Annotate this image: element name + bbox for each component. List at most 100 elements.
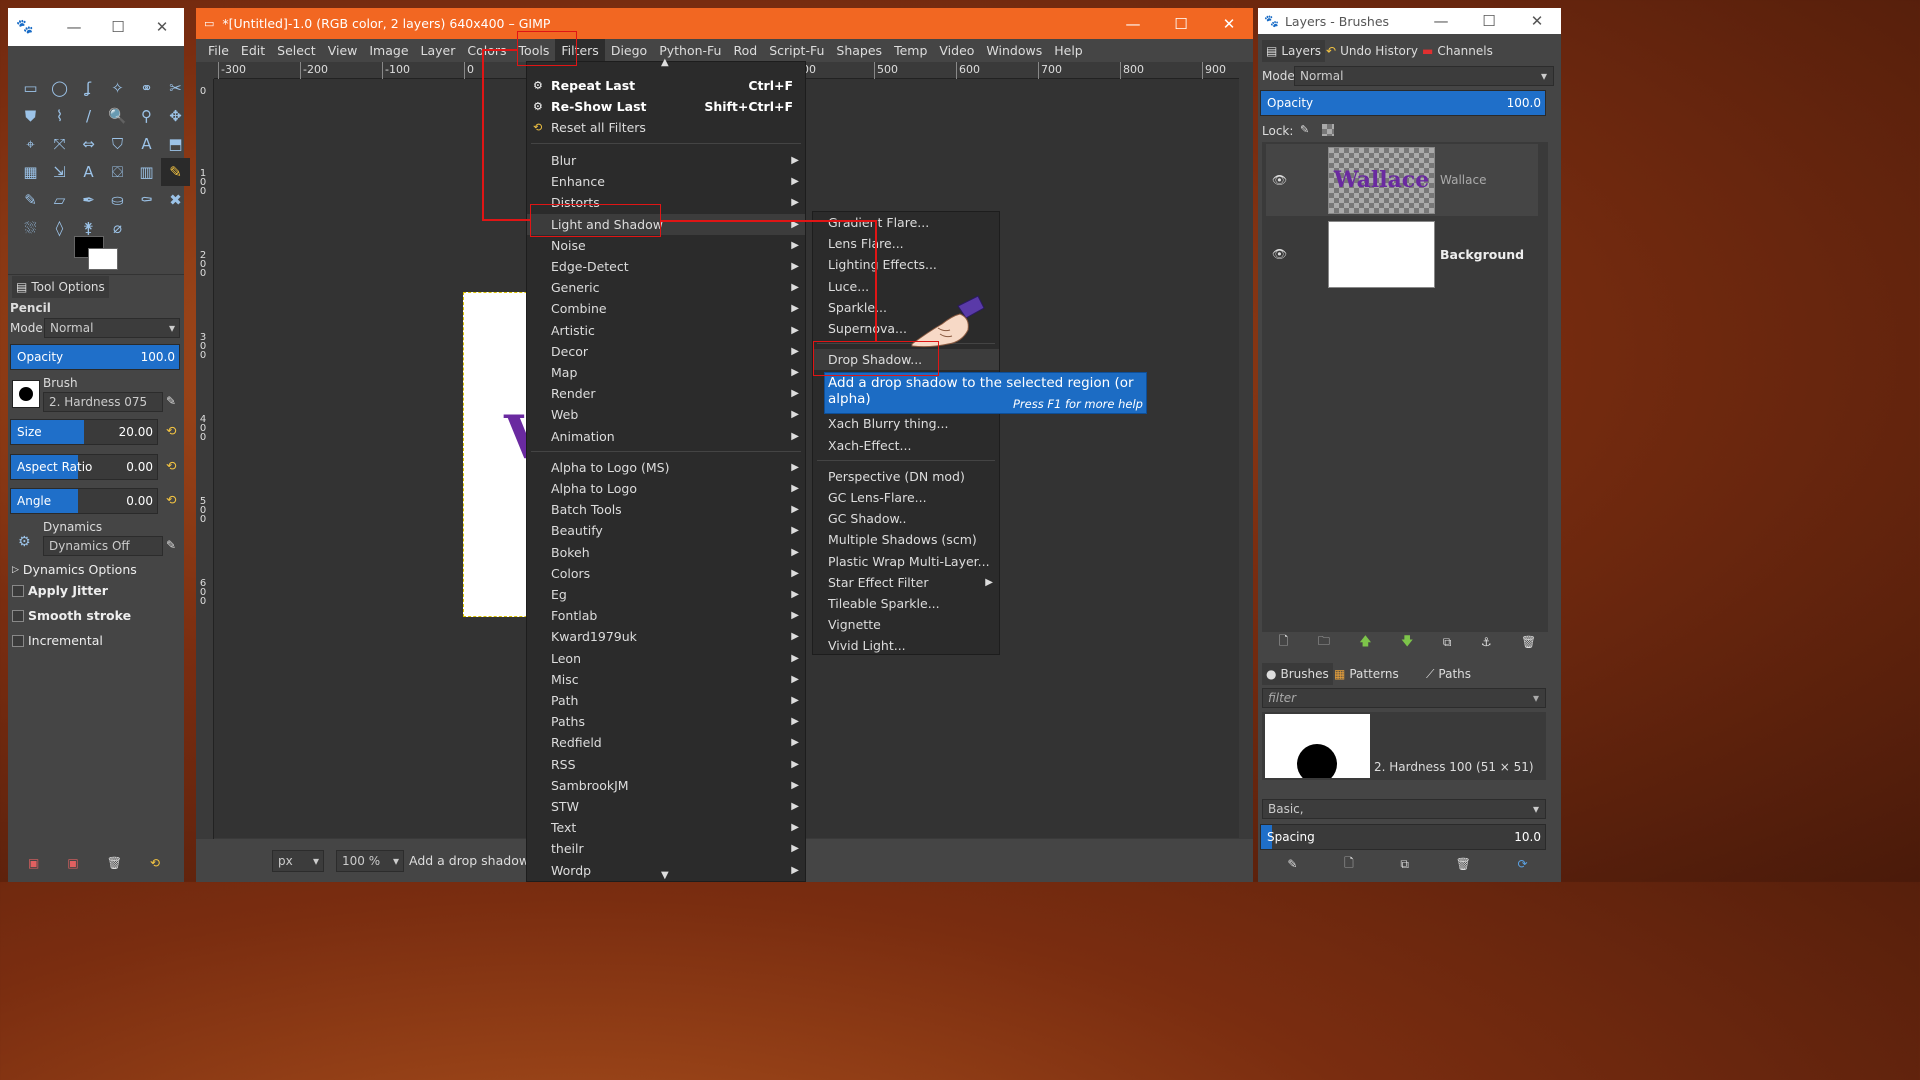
tool-button-icon[interactable]: ▭ (16, 74, 45, 102)
tool-button-icon[interactable]: ▦ (16, 158, 45, 186)
tool-button-icon[interactable]: ⌇ (45, 102, 74, 130)
vertical-scrollbar[interactable] (1239, 62, 1253, 852)
dynamics-field[interactable]: Dynamics Off (43, 536, 163, 556)
delete-options-icon[interactable]: 🗑 (107, 856, 122, 870)
unit-select[interactable]: px ▾ (272, 850, 324, 872)
duplicate-brush-icon[interactable]: ⧉ (1400, 857, 1409, 872)
delete-layer-icon[interactable]: 🗑 (1521, 635, 1536, 649)
menu-item-edge-detect[interactable]: Edge-Detect ▶ (527, 256, 805, 277)
menu-item-colors[interactable]: Colors ▶ (527, 563, 805, 584)
brush-preview[interactable] (12, 380, 40, 408)
menu-item-alpha-to-logo-ms-[interactable]: Alpha to Logo (MS) ▶ (527, 457, 805, 478)
menu-item-theilr[interactable]: theilr ▶ (527, 838, 805, 859)
menu-item-generic[interactable]: Generic ▶ (527, 277, 805, 298)
brush-spacing-slider[interactable]: Spacing 10.0 (1260, 824, 1546, 850)
tab-undo-history[interactable]: ↶ Undo History (1326, 40, 1418, 62)
submenu-item-vignette[interactable]: Vignette (813, 614, 999, 635)
menu-view[interactable]: View (322, 39, 364, 62)
apply-jitter-checkbox[interactable]: Apply Jitter (12, 583, 108, 598)
minimize-icon[interactable]: — (1417, 8, 1465, 34)
aspect-ratio-slider[interactable]: Aspect Ratio 0.00 (10, 454, 158, 480)
tool-button-icon[interactable]: A (132, 130, 161, 158)
menu-item-leon[interactable]: Leon ▶ (527, 648, 805, 669)
menu-item-paths[interactable]: Paths ▶ (527, 711, 805, 732)
reset-options-icon[interactable]: ⟲ (150, 856, 160, 870)
scroll-down-icon[interactable]: ▼ (661, 870, 669, 881)
angle-slider[interactable]: Angle 0.00 (10, 488, 158, 514)
menu-item-enhance[interactable]: Enhance ▶ (527, 171, 805, 192)
menu-item-path[interactable]: Path ▶ (527, 690, 805, 711)
tab-patterns[interactable]: ▦ Patterns (1334, 663, 1399, 685)
tool-button-icon[interactable]: ◯ (45, 74, 74, 102)
submenu-item-vivid-light-[interactable]: Vivid Light... (813, 635, 999, 656)
menu-edit[interactable]: Edit (235, 39, 271, 62)
tab-layers[interactable]: ▤ Layers (1262, 40, 1326, 62)
tool-button-icon[interactable]: ◊ (45, 214, 74, 242)
scroll-up-icon[interactable]: ▲ (661, 57, 669, 68)
tool-button-icon[interactable]: ʆ (74, 74, 103, 102)
refresh-brushes-icon[interactable]: ⟳ (1518, 857, 1528, 871)
maximize-icon[interactable]: ☐ (1157, 8, 1205, 39)
tab-brushes[interactable]: ● Brushes (1262, 663, 1333, 685)
tool-button-icon[interactable]: ⌖ (16, 130, 45, 158)
menu-item-artistic[interactable]: Artistic ▶ (527, 320, 805, 341)
tool-button-icon[interactable]: ⛆ (16, 214, 45, 242)
tool-button-icon[interactable]: / (74, 102, 103, 130)
new-brush-icon[interactable]: 🗋 (1344, 854, 1354, 875)
mode-select[interactable]: Normal ▾ (44, 318, 180, 338)
reset-aspect-icon[interactable]: ⟲ (166, 458, 176, 473)
menu-item-beautify[interactable]: Beautify ▶ (527, 520, 805, 541)
tool-button-icon[interactable]: ✥ (161, 102, 190, 130)
menu-colors[interactable]: Colors (461, 39, 512, 62)
dynamics-options-expander[interactable]: ▷ Dynamics Options (12, 562, 137, 577)
vertical-ruler[interactable]: 0 1 0 0 2 0 0 3 0 0 4 0 0 5 0 0 6 0 0 (196, 79, 214, 839)
zoom-select[interactable]: 100 % ▾ (336, 850, 404, 872)
tab-tool-options[interactable]: ▤ Tool Options (12, 276, 109, 298)
menu-item-web[interactable]: Web ▶ (527, 404, 805, 425)
tool-button-icon[interactable]: ⌀ (103, 214, 132, 242)
menu-item-redfield[interactable]: Redfield ▶ (527, 732, 805, 753)
brush-list[interactable]: 2. Hardness 100 (51 × 51) (1262, 712, 1546, 780)
reset-size-icon[interactable]: ⟲ (166, 423, 176, 438)
tool-button-icon[interactable]: ▱ (45, 186, 74, 214)
tool-button-icon[interactable]: ⇲ (45, 158, 74, 186)
tool-button-icon[interactable]: ⚲ (132, 102, 161, 130)
lock-alpha-icon[interactable] (1322, 124, 1334, 136)
menu-item-eg[interactable]: Eg ▶ (527, 584, 805, 605)
tab-paths[interactable]: ⟋ Paths (1426, 663, 1471, 685)
close-icon[interactable]: ✕ (1513, 8, 1561, 34)
menu-item-rss[interactable]: RSS ▶ (527, 754, 805, 775)
tool-button-icon[interactable]: ⛀ (103, 186, 132, 214)
menu-item-re-show-last[interactable]: ⚙ Re-Show Last Shift+Ctrl+F (527, 96, 805, 117)
layer-opacity-slider[interactable]: Opacity 100.0 (1260, 90, 1546, 116)
brush-filter-input[interactable]: filter ▾ (1262, 688, 1546, 708)
menu-item-kward1979uk[interactable]: Kward1979uk ▶ (527, 626, 805, 647)
menu-item-blur[interactable]: Blur ▶ (527, 150, 805, 171)
menu-diego[interactable]: Diego (605, 39, 653, 62)
tool-button-icon[interactable]: ✂ (161, 74, 190, 102)
edit-dynamics-icon[interactable]: ✎ (166, 538, 176, 552)
menu-item-reset-all-filters[interactable]: ⟲ Reset all Filters (527, 117, 805, 138)
submenu-item-gc-shadow-[interactable]: GC Shadow.. (813, 508, 999, 529)
submenu-item-lighting-effects-[interactable]: Lighting Effects... (813, 254, 999, 275)
tool-button-icon[interactable]: ✧ (103, 74, 132, 102)
menu-image[interactable]: Image (363, 39, 414, 62)
submenu-item-gradient-flare-[interactable]: Gradient Flare... (813, 212, 999, 233)
menu-select[interactable]: Select (271, 39, 322, 62)
menu-windows[interactable]: Windows (980, 39, 1048, 62)
minimize-icon[interactable]: — (52, 8, 96, 46)
brush-preset-select[interactable]: Basic, ▾ (1262, 799, 1546, 819)
edit-brush-icon[interactable]: ✎ (166, 394, 176, 408)
lock-pixels-icon[interactable]: ✎ (1300, 123, 1309, 136)
tool-button-icon[interactable]: ⚰ (132, 186, 161, 214)
tool-button-icon[interactable]: ▥ (132, 158, 161, 186)
submenu-item-tileable-sparkle-[interactable]: Tileable Sparkle... (813, 593, 999, 614)
tool-button-icon[interactable]: ⛋ (103, 158, 132, 186)
submenu-item-xach-effect-[interactable]: Xach-Effect... (813, 435, 999, 456)
menu-item-animation[interactable]: Animation ▶ (527, 426, 805, 447)
tool-button-icon[interactable]: ⤧ (45, 130, 74, 158)
submenu-item-star-effect-filter[interactable]: Star Effect Filter ▶ (813, 572, 999, 593)
submenu-item-xach-blurry-thing-[interactable]: Xach Blurry thing... (813, 413, 999, 434)
tool-button-icon[interactable]: ✖ (161, 186, 190, 214)
new-group-icon[interactable]: 🗀 (1318, 632, 1330, 653)
